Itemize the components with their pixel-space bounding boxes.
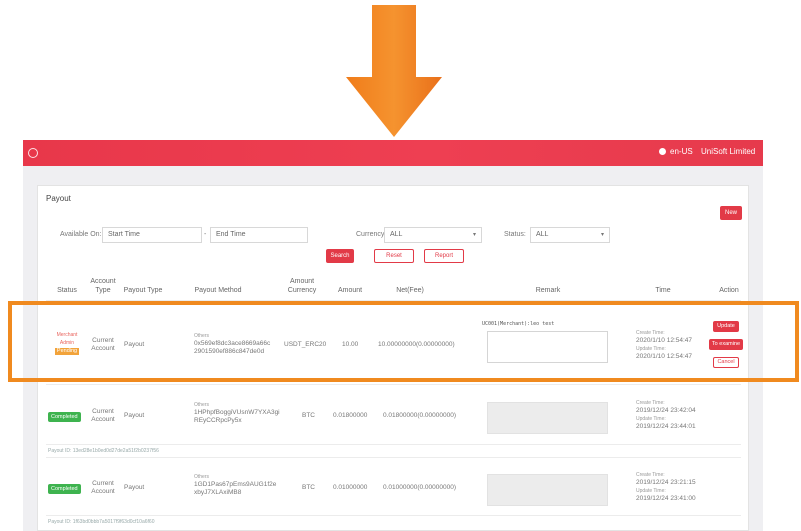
status-select[interactable]: ALL ▾ <box>530 227 610 243</box>
create-time-label: Create Time: <box>636 472 665 478</box>
row-divider <box>46 457 741 458</box>
report-button[interactable]: Report <box>424 249 464 263</box>
status-badge: Completed <box>48 412 81 422</box>
row-method-address: xbyJ7XLAxiMB8 <box>194 489 242 496</box>
row-method-label: Others <box>194 402 210 408</box>
column-header-amount-currency: Amount Currency <box>287 278 317 294</box>
currency-label: Currency: <box>356 231 387 238</box>
update-time: 2019/12/24 23:41:00 <box>636 495 696 502</box>
highlight-frame <box>8 301 799 382</box>
row-amount: 0.01800000 <box>333 412 368 419</box>
row-net-fee: 0.01800000(0.00000000) <box>383 412 457 419</box>
language-selector[interactable]: en-US <box>659 147 693 156</box>
row-payout-type: Payout <box>124 412 145 419</box>
payout-id: Payout ID: 1f63bd0bbb7a5017f9f63d0cf10a6… <box>48 519 155 525</box>
currency-select[interactable]: ALL ▾ <box>384 227 482 243</box>
column-header-payout-type: Payout Type <box>123 287 163 294</box>
menu-icon[interactable] <box>28 148 38 158</box>
row-account-type: Current Account <box>91 408 115 423</box>
status-label: Status: <box>504 231 526 238</box>
column-header-amount: Amount <box>337 287 363 294</box>
down-arrow-icon <box>346 5 442 137</box>
date-separator: - <box>204 231 207 238</box>
column-header-account-type: Account Type <box>90 278 116 294</box>
currency-value: ALL <box>390 231 403 238</box>
start-time-input[interactable]: Start Time <box>102 227 202 243</box>
remark-textarea <box>487 402 608 434</box>
company-name[interactable]: UniSoft Limited <box>701 147 755 156</box>
row-net-fee: 0.01000000(0.00000000) <box>383 484 457 491</box>
reset-button[interactable]: Reset <box>374 249 414 263</box>
chevron-down-icon: ▾ <box>472 232 476 238</box>
status-badge: Completed <box>48 484 81 494</box>
row-payout-type: Payout <box>124 484 145 491</box>
top-bar: en-US UniSoft Limited <box>23 140 763 166</box>
update-time-label: Update Time: <box>636 488 666 494</box>
column-header-remark: Remark <box>535 287 561 294</box>
row-method-address: 1HPhpfBoggiVUsnW7YXA3gi <box>194 409 280 416</box>
create-time-label: Create Time: <box>636 400 665 406</box>
update-time-label: Update Time: <box>636 416 666 422</box>
language-label: en-US <box>670 147 693 156</box>
row-method-label: Others <box>194 474 210 480</box>
search-button[interactable]: Search <box>326 249 354 263</box>
page-title: Payout <box>46 194 71 203</box>
remark-textarea <box>487 474 608 506</box>
end-time-input[interactable]: End Time <box>210 227 308 243</box>
row-divider <box>46 384 741 385</box>
row-amount: 0.01000000 <box>333 484 368 491</box>
row-currency: BTC <box>302 412 315 419</box>
create-time: 2019/12/24 23:21:15 <box>636 479 696 486</box>
column-header-time: Time <box>655 287 671 294</box>
chevron-down-icon: ▾ <box>600 232 604 238</box>
column-header-payout-method: Payout Method <box>194 287 242 294</box>
row-account-type: Current Account <box>91 480 115 495</box>
row-divider <box>46 444 741 445</box>
row-divider <box>46 515 741 516</box>
create-time: 2019/12/24 23:42:04 <box>636 407 696 414</box>
column-header-net-fee: Net(Fee) <box>396 287 424 294</box>
row-method-address: REyCCRpcPy5x <box>194 417 242 424</box>
column-header-action: Action <box>719 287 739 294</box>
column-header-status: Status <box>57 287 77 294</box>
row-currency: BTC <box>302 484 315 491</box>
globe-icon <box>659 148 666 155</box>
new-button[interactable]: New <box>720 206 742 220</box>
update-time: 2019/12/24 23:44:01 <box>636 423 696 430</box>
payout-id: Payout ID: 13ed28e1b0ed0d27de2a51f2b0237… <box>48 448 159 454</box>
available-on-label: Available On: <box>60 231 102 238</box>
row-method-address: 1GD1Pas67pEms9AUG1f2e <box>194 481 277 488</box>
status-value: ALL <box>536 231 549 238</box>
